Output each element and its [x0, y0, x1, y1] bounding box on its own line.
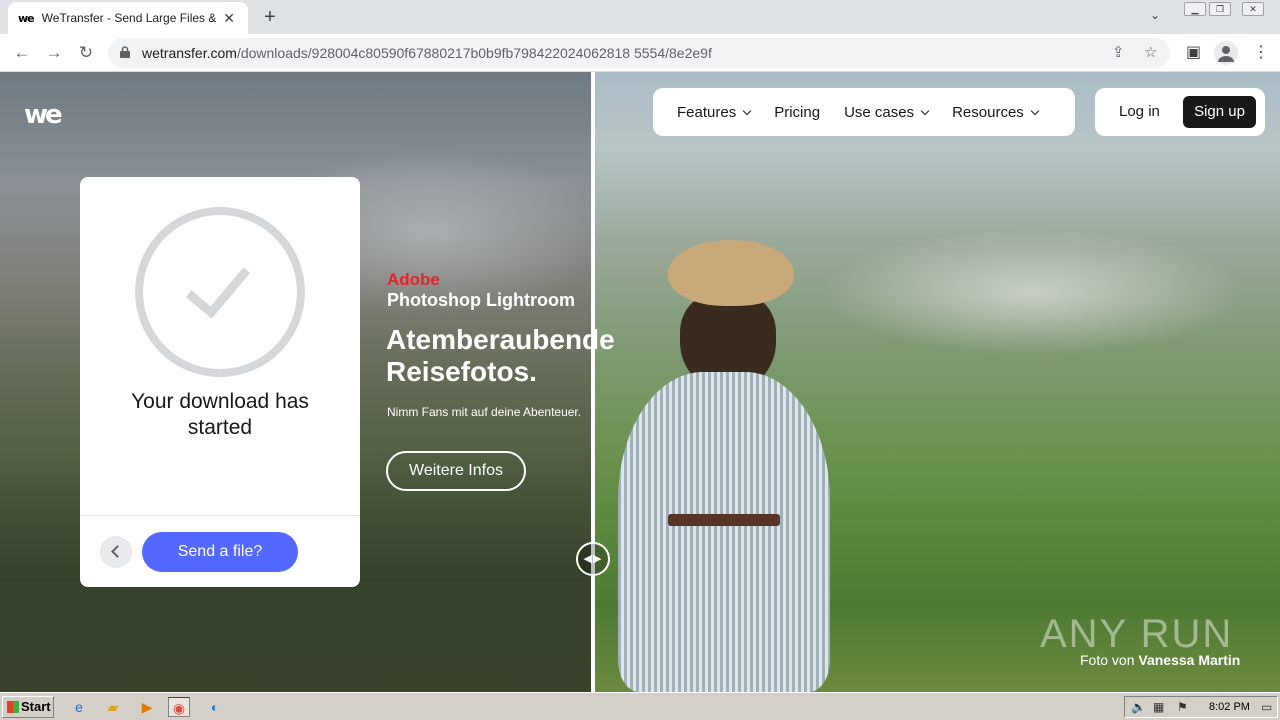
- compare-slider-handle[interactable]: ◀▶: [576, 542, 610, 576]
- minimize-button[interactable]: ▁: [1184, 2, 1206, 16]
- lock-icon: [120, 46, 130, 58]
- new-tab-button[interactable]: +: [258, 5, 282, 29]
- flag-icon[interactable]: ⚑: [1177, 700, 1188, 714]
- browser-tab[interactable]: we WeTransfer - Send Large Files & Sha ✕: [8, 2, 248, 34]
- close-window-button[interactable]: ✕: [1242, 2, 1264, 16]
- signup-button[interactable]: Sign up: [1183, 96, 1256, 128]
- wetransfer-favicon-icon: we: [18, 11, 35, 25]
- download-card: Your download has started Send a file?: [80, 177, 360, 587]
- ad-headline: Atemberaubende Reisefotos.: [386, 324, 615, 387]
- chevron-down-icon: [742, 106, 752, 115]
- chrome-icon[interactable]: ◉: [168, 697, 190, 717]
- chevron-down-icon: [1030, 106, 1040, 115]
- close-icon[interactable]: ✕: [220, 10, 238, 27]
- wetransfer-logo[interactable]: we: [24, 100, 63, 130]
- ad-product: Photoshop Lightroom: [387, 290, 575, 310]
- card-divider: [80, 515, 360, 516]
- browser-toolbar: ← → ↻ wetransfer.com/downloads/928004c80…: [0, 34, 1280, 72]
- download-status-title: Your download has started: [131, 390, 309, 439]
- login-link[interactable]: Log in: [1119, 103, 1160, 120]
- tab-title: WeTransfer - Send Large Files & Sha: [41, 11, 217, 25]
- clock: 8:02 PM: [1209, 701, 1250, 713]
- media-player-icon[interactable]: ▶: [136, 697, 158, 717]
- chevron-down-icon: [920, 106, 930, 115]
- folder-icon[interactable]: ▰: [102, 697, 124, 717]
- back-button[interactable]: [100, 536, 132, 568]
- menu-kebab-icon[interactable]: ⋮: [1253, 42, 1269, 62]
- ad-subtext: Nimm Fans mit auf deine Abenteuer.: [387, 405, 582, 419]
- show-desktop-icon[interactable]: ▭: [1261, 700, 1272, 714]
- ad-brand: Adobe: [387, 270, 440, 289]
- nav-pricing[interactable]: Pricing: [774, 104, 820, 121]
- windows-taskbar: Start e ▰ ▶ ◉ ◐ 🔈 ▦ ⚑ 8:02 PM ▭: [0, 692, 1280, 720]
- back-arrow-icon[interactable]: ←: [10, 41, 34, 65]
- internet-explorer-icon[interactable]: e: [68, 697, 90, 717]
- edge-icon[interactable]: ◐: [204, 697, 226, 717]
- start-button[interactable]: Start: [2, 696, 54, 718]
- network-icon[interactable]: ▦: [1153, 700, 1164, 714]
- profile-avatar-icon[interactable]: [1214, 41, 1238, 65]
- windows-logo-icon: [7, 701, 19, 713]
- send-file-button[interactable]: Send a file?: [142, 532, 298, 572]
- wetransfer-page: ◀▶ we Features Pricing Use cases Resourc…: [0, 72, 1280, 692]
- chevron-left-icon: [111, 545, 124, 558]
- share-icon[interactable]: ⇪: [1112, 43, 1125, 61]
- volume-icon[interactable]: 🔈: [1131, 700, 1146, 714]
- url-text: wetransfer.com/downloads/928004c80590f67…: [142, 45, 712, 61]
- woman-dress: [618, 372, 830, 692]
- address-bar[interactable]: wetransfer.com/downloads/928004c80590f67…: [108, 38, 1170, 68]
- anyrun-watermark: ANY RUN: [1040, 612, 1234, 656]
- restore-button[interactable]: ❐: [1209, 2, 1231, 16]
- nav-features[interactable]: Features: [677, 104, 752, 121]
- forward-arrow-icon[interactable]: →: [42, 41, 66, 65]
- checkmark-icon: [185, 251, 251, 319]
- main-nav: Features Pricing Use cases Resources: [653, 88, 1075, 136]
- browser-tab-strip: we WeTransfer - Send Large Files & Sha ✕…: [0, 0, 1280, 34]
- chevron-down-icon[interactable]: ⌄: [1150, 8, 1160, 22]
- side-panel-icon[interactable]: ▣: [1186, 42, 1201, 62]
- nav-use-cases[interactable]: Use cases: [844, 104, 930, 121]
- system-tray: 🔈 ▦ ⚑ 8:02 PM ▭: [1124, 696, 1278, 718]
- check-circle-icon: [135, 207, 305, 377]
- star-icon[interactable]: ☆: [1144, 43, 1157, 61]
- woman-belt: [668, 514, 780, 526]
- ad-more-info-button[interactable]: Weitere Infos: [386, 451, 526, 491]
- nav-resources[interactable]: Resources: [952, 104, 1040, 121]
- auth-box: Log in Sign up: [1095, 88, 1265, 136]
- woman-hat: [668, 240, 794, 306]
- photo-credit: Foto von Vanessa Martin: [1080, 652, 1241, 668]
- reload-icon[interactable]: ↻: [74, 41, 98, 65]
